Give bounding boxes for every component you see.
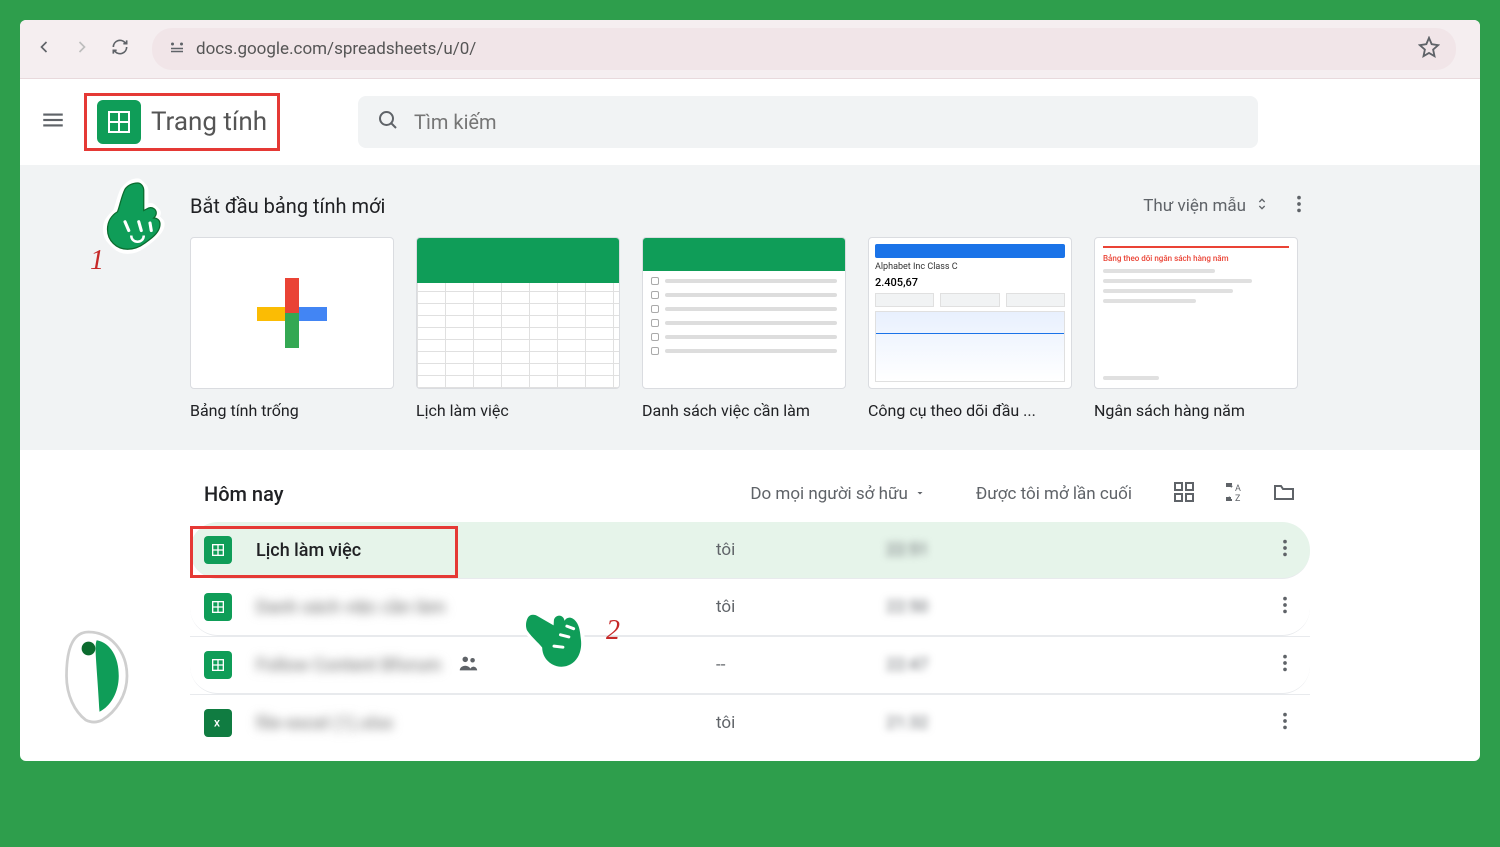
bookmark-star-icon[interactable] (1418, 36, 1440, 62)
template-schedule[interactable]: Lịch làm việc (416, 237, 620, 420)
document-owner: tôi (716, 540, 886, 560)
corner-logo-badge (60, 621, 150, 731)
section-today: Hôm nay (204, 482, 284, 506)
row-more-button[interactable] (1274, 537, 1296, 563)
sheets-logo-icon (97, 100, 141, 144)
owner-filter[interactable]: Do mọi người sở hữu (750, 484, 926, 504)
document-owner: -- (716, 655, 886, 675)
document-time: 21:32 (886, 713, 1066, 733)
search-icon (376, 108, 400, 136)
shared-icon (457, 652, 479, 679)
document-time: 22:47 (886, 655, 1066, 675)
sheets-file-icon (204, 593, 232, 621)
last-opened-header: Được tôi mở lần cuối (976, 484, 1132, 504)
svg-text:X: X (214, 718, 220, 729)
plus-icon (257, 278, 327, 348)
svg-text:A: A (1235, 484, 1241, 494)
templates-more-button[interactable] (1288, 193, 1310, 219)
row-more-button[interactable] (1274, 652, 1296, 678)
url-text: docs.google.com/spreadsheets/u/0/ (196, 39, 476, 59)
document-time: 22:51 (886, 540, 1066, 560)
back-icon[interactable] (34, 37, 54, 61)
template-budget[interactable]: Bảng theo dõi ngân sách hàng năm Ngân sá… (1094, 237, 1298, 420)
site-settings-icon[interactable] (168, 38, 186, 60)
forward-icon[interactable] (72, 37, 92, 61)
document-name: file-excel (1).xlsx (256, 713, 716, 734)
template-blank[interactable]: Bảng tính trống (190, 237, 394, 420)
document-row[interactable]: Danh sách việc cần làmtôi22:50 (190, 579, 1310, 636)
search-bar[interactable] (358, 96, 1258, 148)
document-owner: tôi (716, 597, 886, 617)
annotation-number-2: 2 (606, 615, 620, 647)
browser-toolbar: docs.google.com/spreadsheets/u/0/ (20, 20, 1480, 79)
document-time: 22:50 (886, 597, 1066, 617)
template-gallery: Bắt đầu bảng tính mới Thư viện mẫu Bảng … (20, 165, 1480, 450)
document-name: Danh sách việc cần làm (256, 597, 716, 618)
folder-button[interactable] (1272, 480, 1296, 508)
app-logo-block[interactable]: Trang tính (84, 93, 280, 151)
document-row[interactable]: Lịch làm việctôi22:51 (190, 522, 1310, 579)
menu-icon[interactable] (40, 107, 66, 137)
row-more-button[interactable] (1274, 594, 1296, 620)
sort-az-button[interactable]: AZ (1222, 480, 1246, 508)
document-list: Hôm nay Do mọi người sở hữu Được tôi mở … (170, 450, 1330, 761)
document-row[interactable]: Xfile-excel (1).xlsxtôi21:32 (190, 695, 1310, 751)
app-title: Trang tính (151, 107, 267, 137)
app-header: Trang tính (20, 79, 1480, 165)
sheets-file-icon (204, 651, 232, 679)
templates-heading: Bắt đầu bảng tính mới (190, 194, 385, 218)
template-todo[interactable]: Danh sách việc cần làm (642, 237, 846, 420)
reload-icon[interactable] (110, 37, 130, 61)
excel-file-icon: X (204, 709, 232, 737)
caret-down-icon (914, 484, 926, 504)
row-more-button[interactable] (1274, 710, 1296, 736)
document-name: Follow Content Bforum (256, 652, 716, 679)
unfold-icon (1254, 196, 1270, 217)
annotation-hand-1 (100, 178, 180, 258)
search-input[interactable] (414, 110, 1240, 134)
document-row[interactable]: Follow Content Bforum--22:47 (190, 637, 1310, 694)
svg-text:Z: Z (1235, 494, 1241, 504)
sheets-file-icon (204, 536, 232, 564)
annotation-hand-2 (520, 594, 600, 674)
template-investment[interactable]: Alphabet Inc Class C2.405,67 Công cụ the… (868, 237, 1072, 420)
document-name: Lịch làm việc (256, 540, 716, 561)
address-bar[interactable]: docs.google.com/spreadsheets/u/0/ (152, 28, 1456, 70)
grid-view-button[interactable] (1172, 480, 1196, 508)
template-gallery-button[interactable]: Thư viện mẫu (1143, 196, 1270, 217)
document-owner: tôi (716, 713, 886, 733)
